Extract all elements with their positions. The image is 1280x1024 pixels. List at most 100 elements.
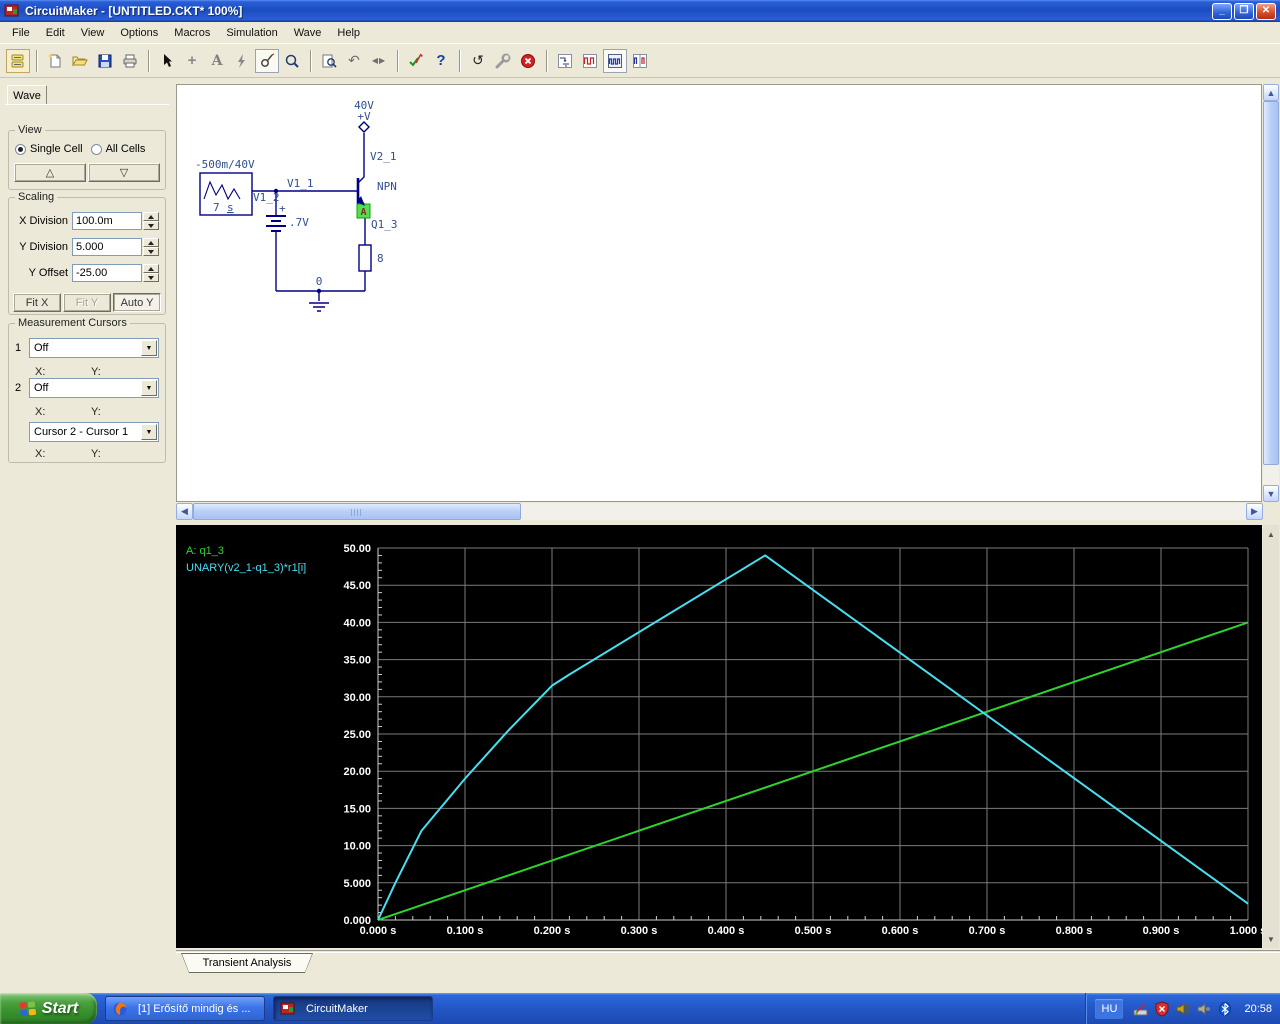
scroll-up-arrow[interactable]: ▲ bbox=[1263, 84, 1279, 101]
bluetooth-icon[interactable] bbox=[1217, 1001, 1233, 1017]
menu-simulation[interactable]: Simulation bbox=[218, 24, 285, 42]
vertical-scroll-thumb[interactable] bbox=[1263, 101, 1279, 465]
analog-scope-button[interactable] bbox=[603, 48, 627, 73]
chevron-down-icon[interactable]: ▼ bbox=[141, 380, 157, 396]
menu-wave[interactable]: Wave bbox=[286, 24, 330, 42]
plus-tool-button[interactable]: + bbox=[180, 49, 204, 73]
plot-vertical-scrollbar[interactable]: ▲ ▼ bbox=[1263, 525, 1279, 948]
tab-transient-analysis[interactable]: Transient Analysis bbox=[181, 953, 313, 973]
schematic-canvas[interactable]: 40V +V V2_1 NPN A Q1_3 8 0 -500m/40V 7 s… bbox=[176, 84, 1262, 502]
y-tick-label: 10.00 bbox=[343, 841, 371, 853]
stop-simulation-button[interactable] bbox=[516, 49, 540, 73]
trace-legend-cyan[interactable]: UNARY(v2_1-q1_3)*r1[i] bbox=[186, 562, 306, 574]
spin-down-icon[interactable] bbox=[143, 247, 159, 256]
probe-setup-button[interactable] bbox=[553, 49, 577, 73]
x-division-input[interactable] bbox=[72, 212, 142, 230]
plus-icon: + bbox=[187, 52, 197, 69]
main-area: Wave View Single Cell All Cells △ ▽ Scal… bbox=[0, 78, 1280, 993]
cell-up-button[interactable]: △ bbox=[14, 163, 86, 182]
scroll-down-arrow[interactable]: ▼ bbox=[1263, 932, 1279, 946]
restore-button[interactable]: ❐ bbox=[1234, 2, 1254, 20]
battery-symbol bbox=[266, 215, 286, 232]
taskbar-item-circuitmaker[interactable]: CircuitMaker bbox=[273, 996, 433, 1021]
close-button[interactable]: ✕ bbox=[1256, 2, 1276, 20]
volume-icon[interactable] bbox=[1175, 1001, 1191, 1017]
print-button[interactable] bbox=[118, 49, 142, 73]
start-button[interactable]: Start bbox=[0, 993, 97, 1024]
zoom-area-button[interactable] bbox=[317, 49, 341, 73]
circuit-vertical-scrollbar[interactable]: ▲ ▼ bbox=[1263, 84, 1279, 502]
menu-macros[interactable]: Macros bbox=[166, 24, 218, 42]
probe-tool-button[interactable] bbox=[255, 48, 279, 73]
scroll-right-arrow[interactable]: ▶ bbox=[1246, 503, 1263, 520]
split-view-button[interactable]: ◀▶ bbox=[367, 49, 391, 73]
toolbar-separator bbox=[397, 49, 399, 72]
scroll-left-arrow[interactable]: ◀ bbox=[176, 503, 193, 520]
chevron-down-icon[interactable]: ▼ bbox=[141, 424, 157, 440]
cell-down-button[interactable]: ▽ bbox=[88, 163, 160, 182]
cursor-diff-y-label: Y: bbox=[91, 448, 101, 460]
security-shield-icon[interactable] bbox=[1154, 1000, 1170, 1017]
y-tick-label: 50.00 bbox=[343, 543, 371, 555]
pen-tablet-icon[interactable] bbox=[1133, 1001, 1149, 1017]
spin-up-icon[interactable] bbox=[143, 264, 159, 273]
fit-y-button[interactable]: Fit Y bbox=[63, 293, 111, 312]
spin-up-icon[interactable] bbox=[143, 212, 159, 221]
trace-legend-green[interactable]: A: q1_3 bbox=[186, 545, 224, 557]
waveform-chart[interactable]: 0.0005.00010.0015.0020.0025.0030.0035.00… bbox=[176, 525, 1266, 948]
spin-up-icon[interactable] bbox=[143, 238, 159, 247]
all-cells-radio[interactable] bbox=[90, 143, 102, 155]
new-document-icon bbox=[48, 54, 61, 67]
zoom-tool-button[interactable] bbox=[280, 49, 304, 73]
scroll-up-arrow[interactable]: ▲ bbox=[1263, 527, 1279, 541]
waveform-plot[interactable]: A: q1_3 UNARY(v2_1-q1_3)*r1[i] 0.000 5.00… bbox=[176, 525, 1266, 948]
x-tick-label: 0.900 s bbox=[1143, 925, 1180, 937]
scroll-down-arrow[interactable]: ▼ bbox=[1263, 485, 1279, 502]
parts-tool-button[interactable] bbox=[6, 48, 30, 73]
rotate-button[interactable]: ↶ bbox=[342, 49, 366, 73]
menu-edit[interactable]: Edit bbox=[38, 24, 73, 42]
auto-y-button[interactable]: Auto Y bbox=[113, 293, 161, 312]
tab-wave[interactable]: Wave bbox=[7, 85, 47, 105]
select-arrow-button[interactable] bbox=[155, 49, 179, 73]
save-button[interactable] bbox=[93, 49, 117, 73]
language-indicator[interactable]: HU bbox=[1095, 998, 1124, 1019]
reset-button[interactable]: ↺ bbox=[466, 49, 490, 73]
spin-down-icon[interactable] bbox=[143, 221, 159, 230]
circuit-horizontal-scrollbar[interactable]: ◀ ▶ bbox=[176, 503, 1263, 520]
menu-help[interactable]: Help bbox=[329, 24, 368, 42]
cursor-diff-x-label: X: bbox=[35, 448, 46, 460]
open-file-button[interactable] bbox=[68, 49, 92, 73]
text-tool-button[interactable]: A bbox=[205, 49, 229, 73]
x-tick-label: 0.400 s bbox=[708, 925, 745, 937]
single-cell-radio[interactable] bbox=[15, 143, 26, 155]
new-document-button[interactable] bbox=[43, 49, 67, 73]
y-offset-input[interactable] bbox=[72, 264, 142, 282]
utilities-button[interactable] bbox=[491, 49, 515, 73]
horizontal-scroll-thumb[interactable] bbox=[193, 503, 521, 520]
taskbar-item-firefox[interactable]: [1] Erősítő mindig és ... bbox=[105, 996, 265, 1021]
help-button[interactable]: ? bbox=[429, 49, 453, 73]
minimize-button[interactable]: _ bbox=[1212, 2, 1232, 20]
chevron-down-icon[interactable]: ▼ bbox=[141, 340, 157, 356]
mixed-scope-button[interactable] bbox=[628, 49, 652, 73]
spin-down-icon[interactable] bbox=[143, 273, 159, 282]
cursor-diff-select[interactable]: Cursor 2 - Cursor 1 ▼ bbox=[29, 422, 159, 442]
x-tick-label: 0.200 s bbox=[534, 925, 571, 937]
wire-tool-button[interactable] bbox=[230, 49, 254, 73]
cursor1-select[interactable]: Off ▼ bbox=[29, 338, 159, 358]
cursor2-select[interactable]: Off ▼ bbox=[29, 378, 159, 398]
cursor2-x-label: X: bbox=[35, 406, 46, 418]
menu-options[interactable]: Options bbox=[112, 24, 166, 42]
toolbar-separator bbox=[310, 49, 312, 72]
fit-x-button[interactable]: Fit X bbox=[13, 293, 61, 312]
wrench-icon bbox=[495, 53, 511, 68]
digital-scope-button[interactable] bbox=[578, 49, 602, 73]
y-division-input[interactable] bbox=[72, 238, 142, 256]
system-tray: HU 20:58 bbox=[1086, 993, 1280, 1024]
edit-check-button[interactable] bbox=[404, 49, 428, 73]
audio-device-icon[interactable] bbox=[1196, 1001, 1212, 1017]
menu-view[interactable]: View bbox=[73, 24, 113, 42]
triangle-down-icon: ▽ bbox=[119, 167, 129, 179]
menu-file[interactable]: File bbox=[4, 24, 38, 42]
